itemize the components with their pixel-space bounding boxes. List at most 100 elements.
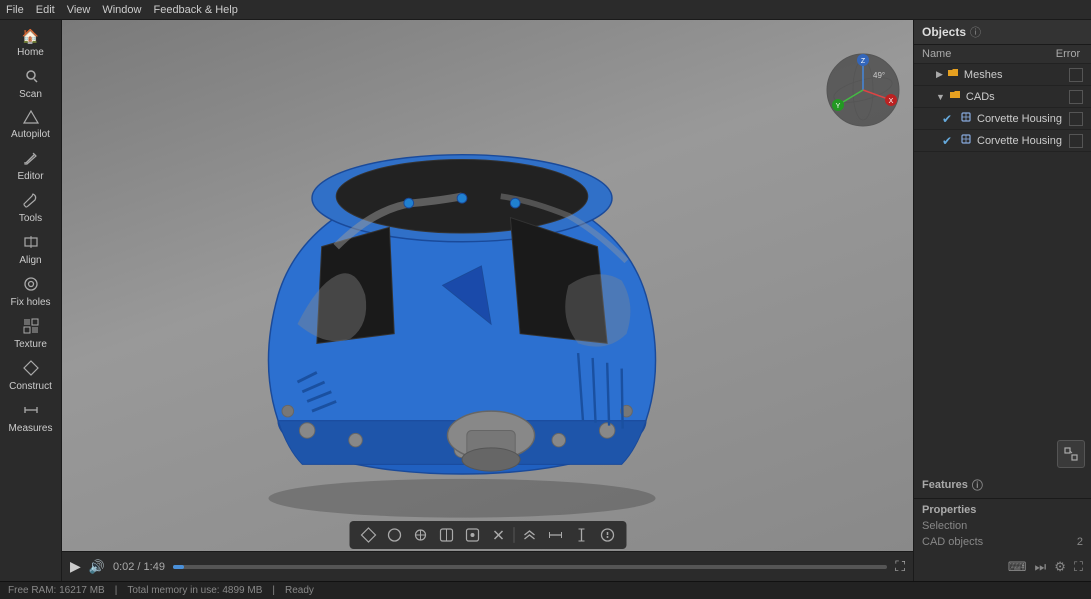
play-button[interactable]: ▶ [70,558,81,575]
toolbar-btn-3[interactable] [409,524,431,546]
toolbar-btn-2[interactable] [383,524,405,546]
sidebar-item-construct[interactable]: Construct [3,356,59,396]
align-icon [23,234,39,253]
tree-header: Name Error [914,45,1091,64]
sidebar-item-home[interactable]: 🏠 Home [3,24,59,62]
cads-name: CADs [966,91,1067,103]
col-name-header: Name [922,48,1053,60]
scan-icon [23,68,39,87]
home-icon: 🏠 [22,28,39,45]
sidebar-label-scan: Scan [19,89,42,100]
toolbar-btn-6[interactable] [487,524,509,546]
sidebar-item-measures[interactable]: Measures [3,398,59,438]
features-section: Features ⓘ [914,472,1091,499]
sidebar-label-texture: Texture [14,339,47,350]
menu-feedback[interactable]: Feedback & Help [153,4,237,16]
tree-item-cads[interactable]: ▼ CADs [914,86,1091,108]
timeline: ▶ 🔊 0:02 / 1:49 ⛶ [62,551,913,581]
panel-btn-forward[interactable]: ⏭ [1033,557,1049,577]
panel-bottom-buttons: ⌨ ⏭ ⚙ ⛶ [914,553,1091,581]
corvette1-check[interactable]: ✔ [942,112,958,126]
meshes-arrow[interactable]: ▶ [936,69,943,80]
sidebar-label-measures: Measures [9,423,53,434]
corvette2-check[interactable]: ✔ [942,134,958,148]
folder-icon [947,67,959,82]
toolbar-btn-10[interactable] [596,524,618,546]
sidebar-item-autopilot[interactable]: Autopilot [3,106,59,144]
features-title: Features ⓘ [922,477,1083,493]
panel-vp-btn-area [914,436,1091,472]
sidebar-item-fix-holes[interactable]: Fix holes [3,272,59,312]
objects-title: Objects [922,25,966,39]
cad-objects-value: 2 [1077,536,1083,548]
menu-file[interactable]: File [6,4,24,16]
time-display: 0:02 / 1:49 [113,561,165,573]
toolbar-btn-7[interactable] [518,524,540,546]
toolbar-btn-5[interactable] [461,524,483,546]
orientation-gizmo[interactable]: Z X Y 49° [823,50,903,130]
texture-icon [23,318,39,337]
toolbar-btn-8[interactable] [544,524,566,546]
sidebar-label-tools: Tools [19,213,42,224]
construct-icon [23,360,39,379]
cads-arrow[interactable]: ▼ [936,92,945,102]
meshes-name: Meshes [964,69,1067,81]
sidebar-label-editor: Editor [17,171,43,182]
toolbar-btn-1[interactable] [357,524,379,546]
gizmo-svg: Z X Y 49° [823,50,903,130]
objects-header: Objects ⓘ [914,20,1091,45]
toolbar-btn-4[interactable] [435,524,457,546]
toolbar-btn-9[interactable] [570,524,592,546]
progress-fill [173,565,184,569]
objects-info-icon[interactable]: ⓘ [970,24,981,40]
corvette2-cad-icon [960,133,972,148]
right-panel: Objects ⓘ Name Error ▶ Meshes [913,20,1091,581]
autopilot-icon [23,110,39,127]
volume-icon[interactable]: 🔊 [89,559,105,575]
tree-item-meshes[interactable]: ▶ Meshes [914,64,1091,86]
menu-bar: File Edit View Window Feedback & Help [0,0,1091,20]
measures-icon [23,402,39,421]
corvette1-name: Corvette Housing [977,113,1067,125]
sidebar-item-align[interactable]: Align [3,230,59,270]
features-info-icon[interactable]: ⓘ [972,477,983,493]
tools-icon [23,192,39,211]
menu-window[interactable]: Window [102,4,141,16]
cad-objects-label: CAD objects [922,536,983,548]
menu-view[interactable]: View [67,4,91,16]
col-error-header: Error [1053,48,1083,60]
svg-text:Y: Y [836,103,841,110]
editor-icon [23,150,39,169]
properties-title: Properties [922,504,1083,516]
panel-btn-fullscreen[interactable]: ⛶ [1072,557,1085,577]
spacer [914,228,1091,436]
objects-section: Objects ⓘ Name Error ▶ Meshes [914,20,1091,228]
meshes-error-box [1069,68,1083,82]
sidebar-item-tools[interactable]: Tools [3,188,59,228]
sidebar-item-scan[interactable]: Scan [3,64,59,104]
sidebar-item-editor[interactable]: Editor [3,146,59,186]
viewport[interactable]: Z X Y 49° [62,20,913,581]
svg-text:49°: 49° [873,71,885,80]
corvette2-name: Corvette Housing [977,135,1067,147]
viewport-toolbar [349,521,626,549]
panel-btn-settings[interactable]: ⚙ [1052,557,1068,577]
progress-bar[interactable] [173,565,887,569]
main-area: 🏠 Home Scan Autopilot Editor Tools [0,20,1091,581]
memory-info: Total memory in use: 4899 MB [127,585,262,596]
status-bar: Free RAM: 16217 MB | Total memory in use… [0,581,1091,599]
sidebar-label-autopilot: Autopilot [11,129,50,140]
left-sidebar: 🏠 Home Scan Autopilot Editor Tools [0,20,62,581]
sidebar-label-home: Home [17,47,44,58]
tree-item-corvette-1[interactable]: ✔ Corvette Housing [914,108,1091,130]
sidebar-item-texture[interactable]: Texture [3,314,59,354]
viewport-expand-btn[interactable] [1057,440,1085,468]
cads-error-box [1069,90,1083,104]
tree-item-corvette-2[interactable]: ✔ Corvette Housing [914,130,1091,152]
panel-btn-keyboard[interactable]: ⌨ [1006,557,1029,577]
menu-edit[interactable]: Edit [36,4,55,16]
expand-timeline-icon[interactable]: ⛶ [895,558,905,575]
corvette1-error-box [1069,112,1083,126]
3d-object [162,50,762,540]
cads-folder-icon [949,89,961,104]
